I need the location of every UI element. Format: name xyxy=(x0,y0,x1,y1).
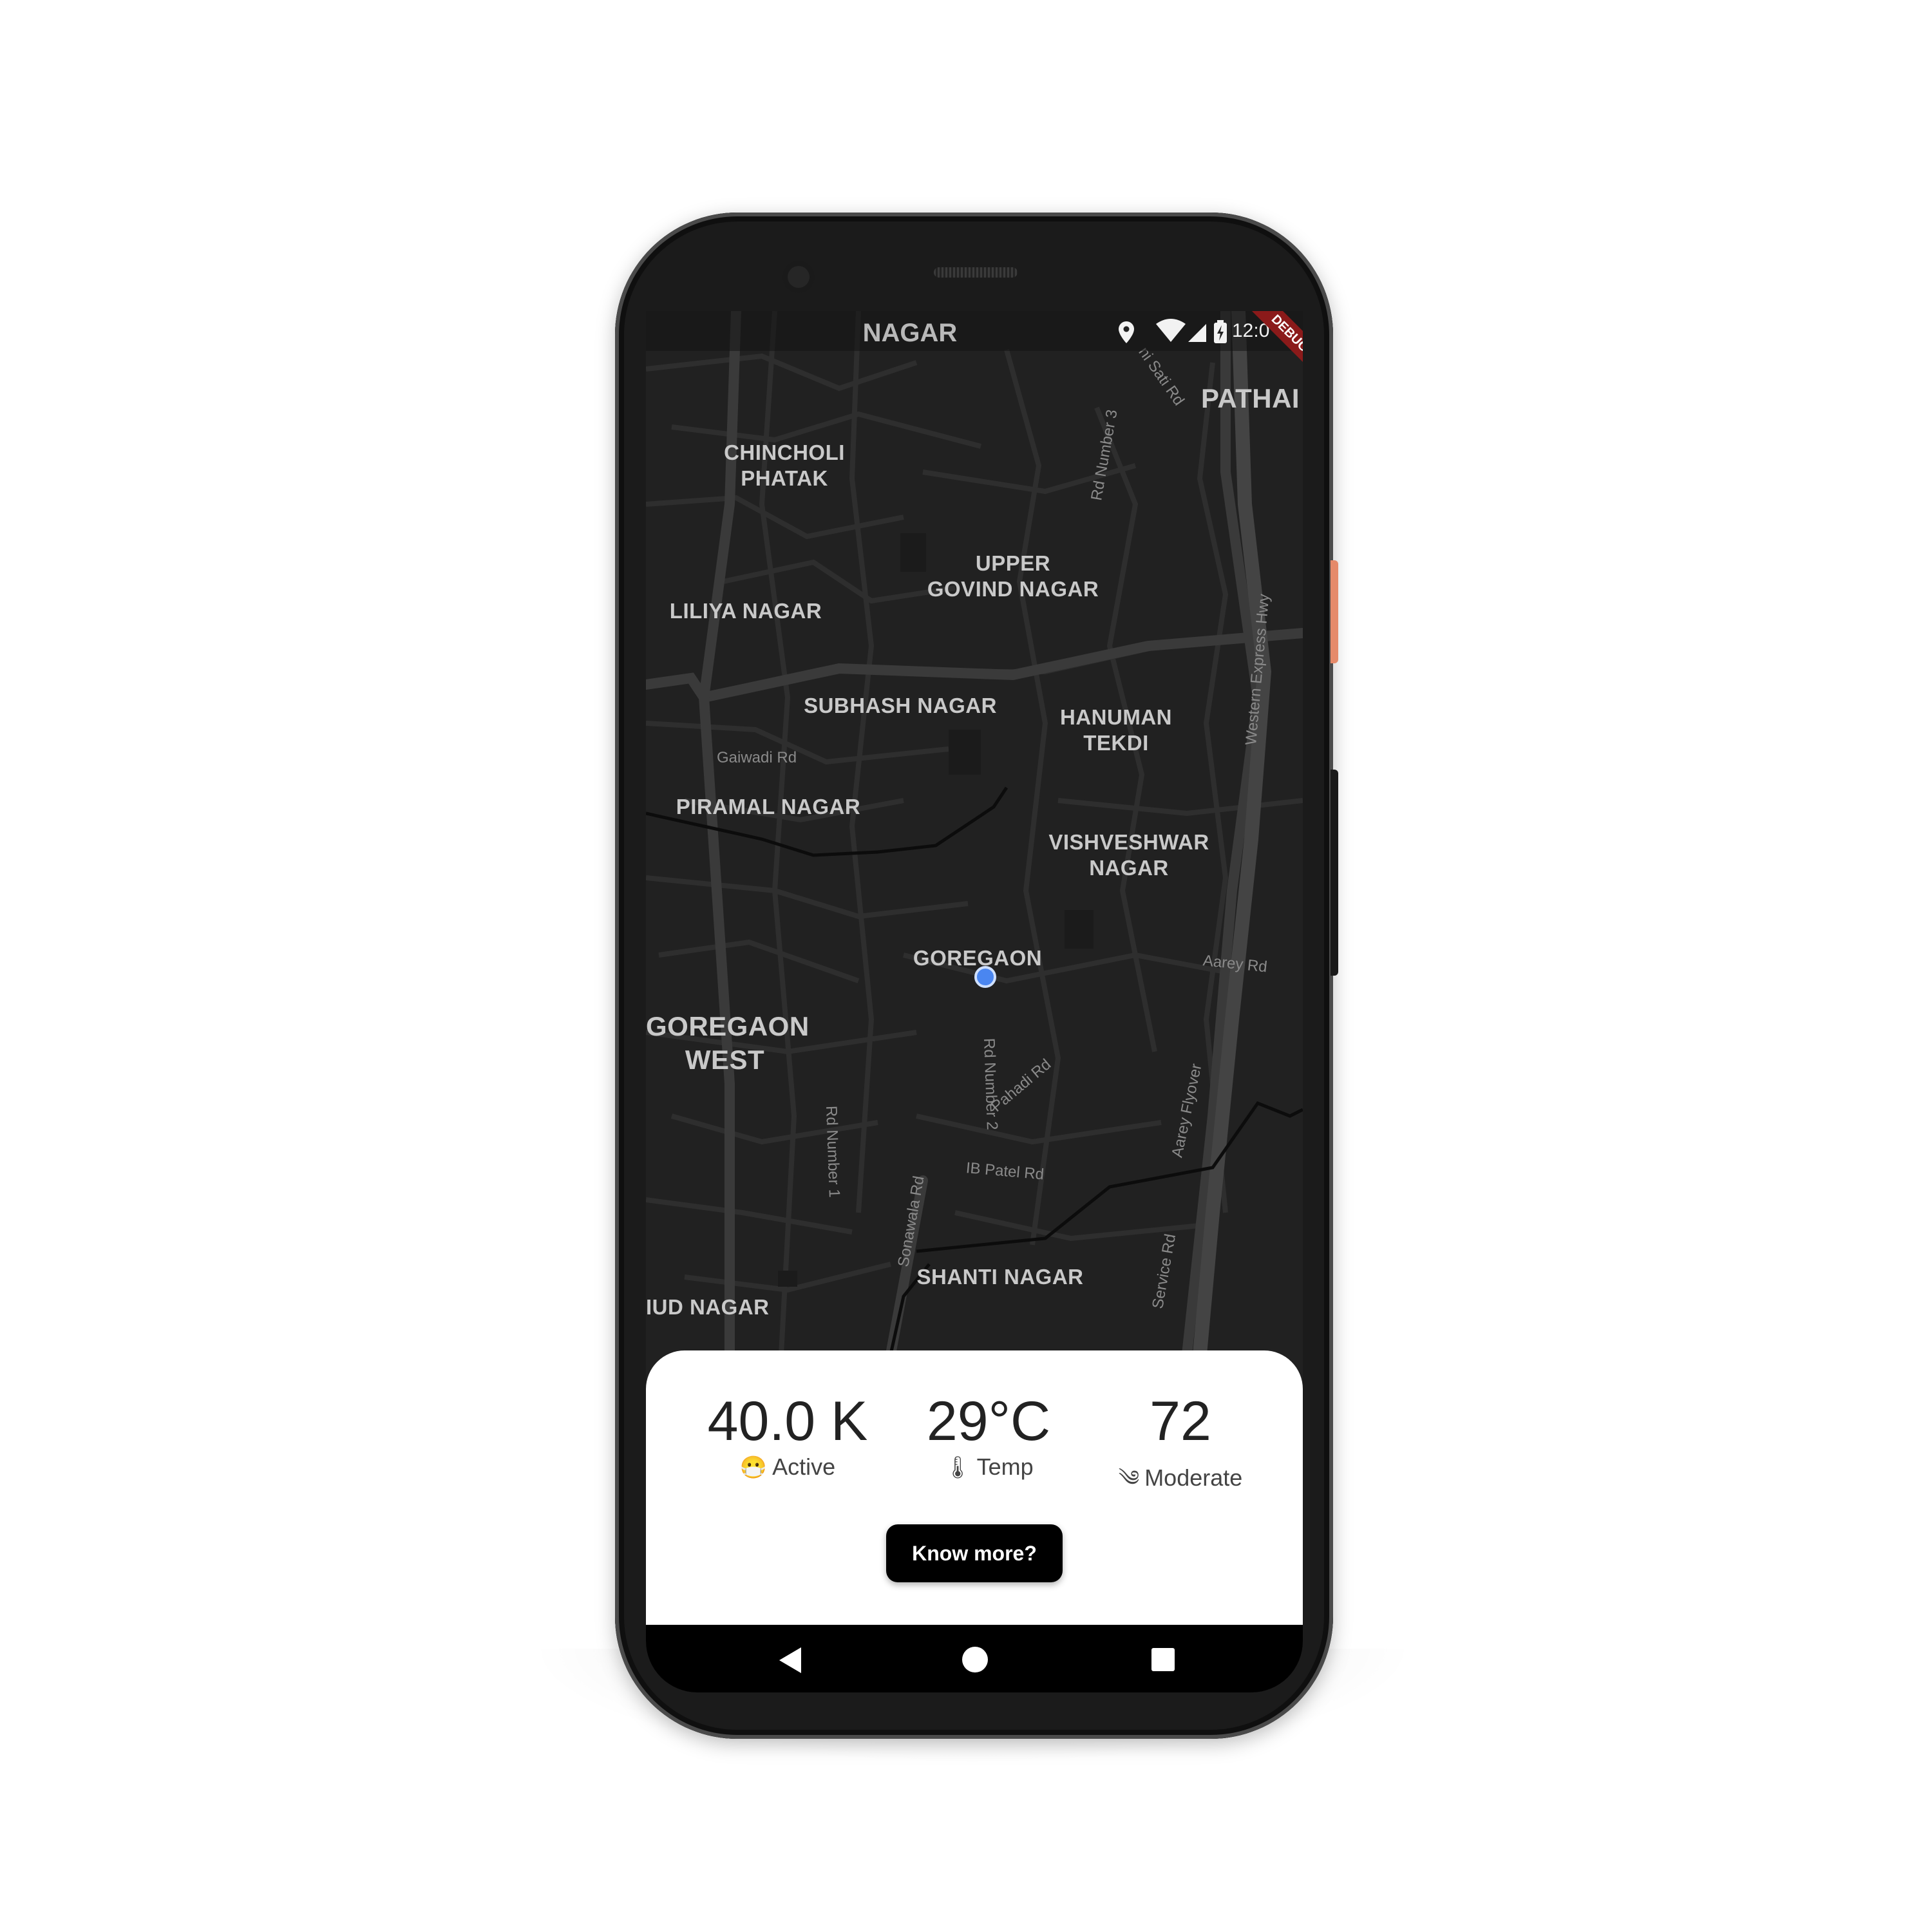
map-area-label: PIRAMAL NAGAR xyxy=(676,795,861,819)
stat-air-caption-row: ༄ Moderate xyxy=(1084,1454,1277,1515)
wifi-icon xyxy=(1156,319,1186,342)
map-road-label: Rd Number 1 xyxy=(822,1105,843,1198)
status-icons xyxy=(1119,319,1227,343)
know-more-button[interactable]: Know more? xyxy=(886,1524,1063,1582)
map-area-label: GOREGAON WEST xyxy=(646,1011,810,1075)
current-location-marker xyxy=(974,966,996,988)
wind-icon: ༄ xyxy=(1118,1466,1140,1491)
stat-active-caption: Active xyxy=(772,1454,836,1480)
stat-active: 40.0 K 😷 Active xyxy=(691,1389,884,1481)
signal-icon xyxy=(1188,324,1206,342)
stat-air-caption: Moderate xyxy=(1144,1464,1243,1491)
front-camera xyxy=(782,261,815,293)
stat-temp-caption: Temp xyxy=(976,1454,1034,1480)
system-nav-bar xyxy=(646,1625,1303,1692)
map-area-label: VISHVESHWAR NAGAR xyxy=(1048,830,1209,880)
map-area-label: LILIYA NAGAR xyxy=(669,599,822,623)
map-area-label: HANUMAN TEKDI xyxy=(1060,705,1172,755)
stat-temp-value: 29°C xyxy=(926,1390,1051,1452)
map-road-label: Gaiwadi Rd xyxy=(717,749,797,766)
status-bar: NAGAR 12:0 DEBUG xyxy=(646,311,1303,385)
app-screen: CHINCHOLI PHATAK UPPER GOVIND NAGAR LILI… xyxy=(646,311,1303,1692)
map-area-label: PATHAI xyxy=(1201,383,1300,413)
map-area-label: UPPER GOVIND NAGAR xyxy=(927,551,1099,601)
map-area-label: GOREGAON xyxy=(913,946,1043,970)
map-area-label: IUD NAGAR xyxy=(646,1295,770,1319)
stat-active-value: 40.0 K xyxy=(707,1390,868,1452)
status-map-label: NAGAR xyxy=(862,319,958,347)
stat-temp-caption-row: 🌡 Temp xyxy=(892,1454,1085,1481)
stats-sheet: 40.0 K 😷 Active 29°C 🌡 Temp 72 ༄ Moderate K… xyxy=(646,1350,1303,1625)
map-road-label: Rd Number 2 xyxy=(980,1037,1001,1131)
mask-face-icon: 😷 xyxy=(739,1455,768,1480)
thermometer-icon: 🌡 xyxy=(943,1455,972,1480)
location-icon xyxy=(1119,321,1134,343)
power-button xyxy=(1331,560,1338,663)
map-view[interactable]: CHINCHOLI PHATAK UPPER GOVIND NAGAR LILI… xyxy=(646,311,1303,1354)
stat-active-caption-row: 😷 Active xyxy=(691,1454,884,1481)
volume-button xyxy=(1331,770,1338,976)
stat-air-value: 72 xyxy=(1150,1390,1211,1452)
back-icon[interactable] xyxy=(779,1647,801,1673)
map-area-label: CHINCHOLI PHATAK xyxy=(724,440,845,490)
stat-temp: 29°C 🌡 Temp xyxy=(892,1389,1085,1481)
home-icon[interactable] xyxy=(962,1647,988,1672)
battery-icon xyxy=(1214,320,1227,343)
map-area-label: SHANTI NAGAR xyxy=(916,1265,1084,1289)
earpiece-speaker xyxy=(934,267,1018,278)
stat-air: 72 ༄ Moderate xyxy=(1084,1389,1277,1515)
map-area-label: SUBHASH NAGAR xyxy=(804,694,997,717)
recents-icon[interactable] xyxy=(1151,1648,1175,1671)
